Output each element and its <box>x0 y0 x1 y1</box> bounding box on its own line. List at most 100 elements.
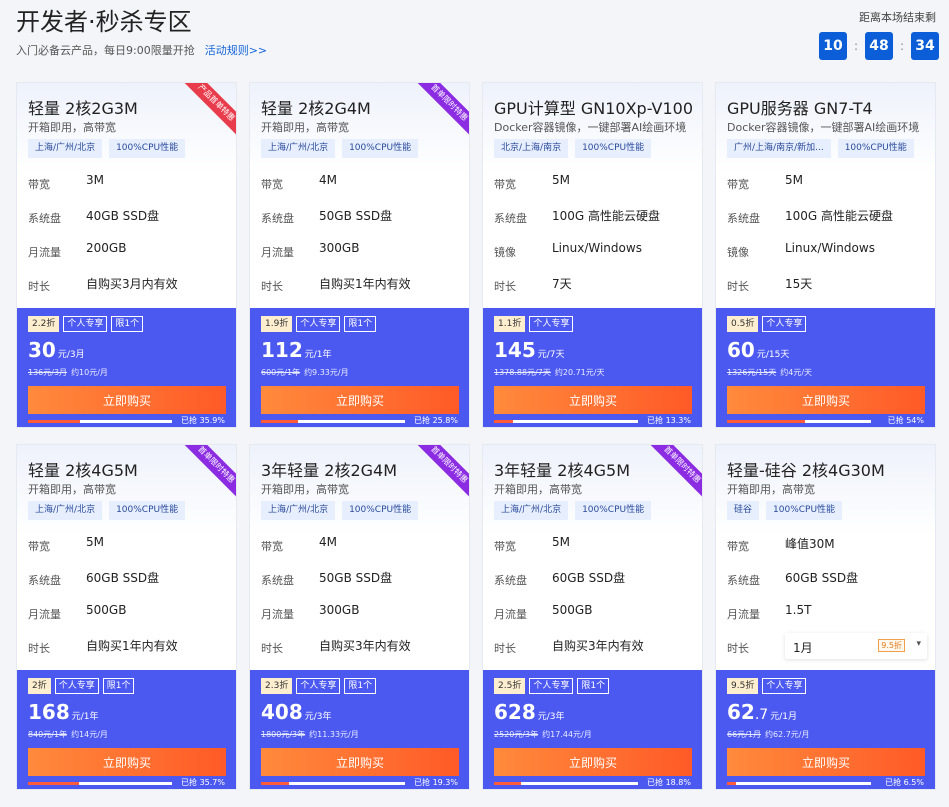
price-value: 408 <box>261 700 303 724</box>
original-price: 1378.88元/7天 约20.71元/天 <box>494 367 604 378</box>
original-price: 840元/1年 约14元/月 <box>28 729 108 740</box>
price-value: 60 <box>727 338 755 362</box>
offer-badges: 9.5折 个人专享 <box>727 678 807 694</box>
price-unit: 元/1月 <box>770 712 797 722</box>
sold-progress-bar <box>494 782 638 785</box>
product-description: 开箱即用，高带宽 <box>727 483 815 496</box>
price-unit: 元/15天 <box>756 350 790 360</box>
tag: 100%CPU性能 <box>837 139 914 158</box>
monthly-price: 约4元/天 <box>780 368 813 377</box>
region-tags: 上海/广州/北京 100%CPU性能 <box>494 501 652 520</box>
sold-percentage: 已抢 13.3% <box>647 416 691 425</box>
spec-label: 系统盘 <box>28 212 61 225</box>
buy-now-button[interactable]: 立即购买 <box>727 386 925 414</box>
spec-value: Linux/Windows <box>785 241 875 255</box>
product-card: 3年轻量 2核2G4M 开箱即用，高带宽 上海/广州/北京 100%CPU性能 带宽 4M… <box>249 444 470 790</box>
spec-label: 带宽 <box>494 178 516 191</box>
buy-now-button[interactable]: 立即购买 <box>494 748 692 776</box>
buy-now-button[interactable]: 立即购买 <box>261 748 459 776</box>
price: 30 元/3月 <box>28 338 85 362</box>
spec-label: 系统盘 <box>261 574 294 587</box>
discount-badge: 2.2折 <box>28 316 60 332</box>
spec-label: 时长 <box>261 642 283 655</box>
sold-progress-fill <box>494 782 522 785</box>
monthly-price: 约10元/月 <box>71 368 108 377</box>
card-info: 轻量-硅谷 2核4G30M 开箱即用，高带宽 硅谷 100%CPU性能 带宽 峰值30M 系… <box>716 445 935 670</box>
spec-value: 100G 高性能云硬盘 <box>785 209 894 223</box>
spec-label: 系统盘 <box>494 212 527 225</box>
tag: 上海/广州/北京 <box>28 139 103 158</box>
sold-percentage: 已抢 25.8% <box>414 416 458 425</box>
duration-discount-badge: 9.5折 <box>878 639 905 652</box>
monthly-price: 约11.33元/月 <box>309 730 359 739</box>
spec-value: 500GB <box>552 603 593 617</box>
price-value: 168 <box>28 700 70 724</box>
buy-now-button[interactable]: 立即购买 <box>727 748 925 776</box>
price-panel: 1.1折 个人专享 145 元/7天 1378.88元/7天 约20.71元/天 立即购买已… <box>483 308 702 427</box>
monthly-price: 约62.7元/月 <box>764 730 810 739</box>
monthly-price: 约14元/月 <box>71 730 108 739</box>
card-info: 3年轻量 2核4G5M 开箱即用，高带宽 上海/广州/北京 100%CPU性能 带宽 5M… <box>483 445 702 670</box>
countdown-hours: 10 <box>819 32 847 60</box>
price: 62.7 元/1月 <box>727 700 797 724</box>
region-tags: 上海/广州/北京 100%CPU性能 <box>261 139 419 158</box>
spec-label: 时长 <box>28 642 50 655</box>
original-price: 1326元/15天 约4元/天 <box>727 367 812 378</box>
rules-link[interactable]: 活动规则>> <box>205 44 267 57</box>
price: 168 元/1年 <box>28 700 99 724</box>
sold-progress-bar <box>261 420 405 423</box>
original-price: 1800元/3年 约11.33元/月 <box>261 729 359 740</box>
subtitle-text: 入门必备云产品，每日9:00限量开抢 <box>16 44 195 57</box>
spec-value: 7天 <box>552 277 572 291</box>
region-tags: 广州/上海/南京/新加... 100%CPU性能 <box>727 139 914 158</box>
sold-percentage: 已抢 54% <box>887 416 924 425</box>
product-description: Docker容器镜像，一键部署AI绘画环境 <box>727 121 920 134</box>
buy-now-button[interactable]: 立即购买 <box>494 386 692 414</box>
promo-ribbon: 首单限时特惠 <box>179 445 236 502</box>
duration-value: 1月 <box>793 641 813 655</box>
price-panel: 1.9折 个人专享 限1个 112 元/1年 600元/1年 约9.33元/月 立即购买 已抢 … <box>250 308 469 427</box>
price-unit: 元/3月 <box>57 350 85 360</box>
buy-now-button[interactable]: 立即购买 <box>28 748 226 776</box>
spec-value: 60GB SSD盘 <box>552 571 626 585</box>
price: 60 元/15天 <box>727 338 789 362</box>
duration-select[interactable]: 1月 9.5折 ▾ <box>785 633 927 659</box>
original-price: 2520元/3年 约17.44元/月 <box>494 729 592 740</box>
tag: 上海/广州/北京 <box>261 139 336 158</box>
page-title: 开发者·秒杀专区 <box>16 8 192 36</box>
price-panel: 2折 个人专享 限1个 168 元/1年 840元/1年 约14元/月 立即购买 已抢 35.7… <box>17 670 236 789</box>
offer-badge: 个人专享 <box>529 316 574 332</box>
offer-badges: 1.1折 个人专享 <box>494 316 574 332</box>
price-panel: 2.2折 个人专享 限1个 30 元/3月 136元/3月 约10元/月 立即购买 已抢 35.… <box>17 308 236 427</box>
tag: 100%CPU性能 <box>575 139 652 158</box>
offer-badges: 2.2折 个人专享 限1个 <box>28 316 144 332</box>
buy-now-button[interactable]: 立即购买 <box>28 386 226 414</box>
sold-progress-fill <box>28 420 80 423</box>
original-price-value: 840元/1年 <box>28 730 68 739</box>
countdown-separator: : <box>853 39 859 53</box>
spec-value: 自购买3年内有效 <box>319 639 411 653</box>
offer-badge: 个人专享 <box>54 678 99 694</box>
spec-label: 系统盘 <box>727 212 760 225</box>
spec-value: 200GB <box>86 241 127 255</box>
product-card: 轻量 2核4G5M 开箱即用，高带宽 上海/广州/北京 100%CPU性能 带宽 5M 系统… <box>16 444 237 790</box>
spec-value: 峰值30M <box>785 537 835 551</box>
buy-now-button[interactable]: 立即购买 <box>261 386 459 414</box>
discount-badge: 2.3折 <box>261 678 293 694</box>
monthly-price: 约17.44元/月 <box>542 730 592 739</box>
spec-value: 自购买1年内有效 <box>86 639 178 653</box>
sold-percentage: 已抢 18.8% <box>647 778 691 787</box>
promo-ribbon: 首单限时特惠 <box>412 445 469 502</box>
price-value: 112 <box>261 338 303 362</box>
price-panel: 2.3折 个人专享 限1个 408 元/3年 1800元/3年 约11.33元/月 立即购买已… <box>250 670 469 789</box>
offer-badges: 2.5折 个人专享 限1个 <box>494 678 610 694</box>
product-description: 开箱即用，高带宽 <box>28 483 116 496</box>
price-value: 30 <box>28 338 56 362</box>
spec-label: 带宽 <box>261 540 283 553</box>
price-unit: 元/1年 <box>71 712 99 722</box>
offer-badge: 限1个 <box>344 678 377 694</box>
tag: 100%CPU性能 <box>109 501 186 520</box>
spec-label: 月流量 <box>28 608 61 621</box>
promo-ribbon: 首单限时特惠 <box>645 445 702 502</box>
product-card: 轻量-硅谷 2核4G30M 开箱即用，高带宽 硅谷 100%CPU性能 带宽 峰值30M 系… <box>715 444 936 790</box>
